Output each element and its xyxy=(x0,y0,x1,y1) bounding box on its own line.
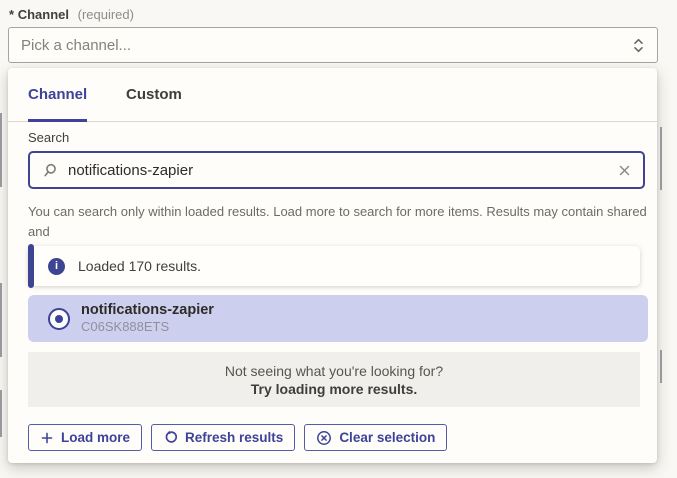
channel-picker-screen: * Channel (required) Pick a channel... C… xyxy=(0,0,677,478)
underlying-element-edge xyxy=(0,283,2,357)
refresh-results-button[interactable]: Refresh results xyxy=(151,424,295,451)
underlying-element-edge xyxy=(660,127,662,190)
action-button-row: Load more Refresh results xyxy=(28,424,447,451)
hint-line1: Not seeing what you're looking for? xyxy=(225,363,443,379)
radio-selected-icon[interactable] xyxy=(48,308,70,330)
search-helper-line1: You can search only within loaded result… xyxy=(28,202,657,242)
tab-channel[interactable]: Channel xyxy=(28,86,87,122)
circle-x-icon xyxy=(316,430,332,446)
refresh-results-label: Refresh results xyxy=(185,430,283,445)
search-box xyxy=(28,151,645,189)
search-label: Search xyxy=(28,130,69,145)
channel-select-placeholder: Pick a channel... xyxy=(21,37,632,54)
refresh-icon xyxy=(163,430,178,445)
required-marker: * xyxy=(9,7,14,22)
load-more-label: Load more xyxy=(61,430,130,445)
channel-select[interactable]: Pick a channel... xyxy=(8,27,658,63)
channel-id: C06SK888ETS xyxy=(81,319,214,335)
tab-bar: Channel Custom xyxy=(8,68,657,122)
alert-text: Loaded 170 results. xyxy=(78,258,201,274)
required-note: (required) xyxy=(78,7,134,22)
info-icon: i xyxy=(48,258,65,275)
search-icon xyxy=(42,162,59,179)
search-input[interactable] xyxy=(68,162,609,179)
field-label: * Channel (required) xyxy=(9,7,134,22)
underlying-element-edge xyxy=(0,390,2,437)
plus-icon xyxy=(40,431,54,445)
chevron-up-down-icon xyxy=(632,37,645,54)
loaded-results-alert: i Loaded 170 results. xyxy=(28,246,640,286)
clear-search-icon[interactable] xyxy=(618,164,631,177)
hint-line2: Try loading more results. xyxy=(251,381,418,397)
field-label-text: Channel xyxy=(18,7,69,22)
alert-accent-bar xyxy=(28,244,34,288)
channel-name: notifications-zapier xyxy=(81,301,214,319)
underlying-element-edge xyxy=(660,350,662,383)
tab-custom[interactable]: Custom xyxy=(126,86,182,103)
load-more-hint: Not seeing what you're looking for? Try … xyxy=(28,352,640,407)
channel-dropdown-panel: Channel Custom Search You can search onl… xyxy=(8,68,657,463)
channel-option-selected[interactable]: notifications-zapier C06SK888ETS xyxy=(28,295,648,342)
load-more-button[interactable]: Load more xyxy=(28,424,142,451)
clear-selection-label: Clear selection xyxy=(339,430,435,445)
clear-selection-button[interactable]: Clear selection xyxy=(304,424,447,451)
underlying-element-edge xyxy=(0,113,2,187)
